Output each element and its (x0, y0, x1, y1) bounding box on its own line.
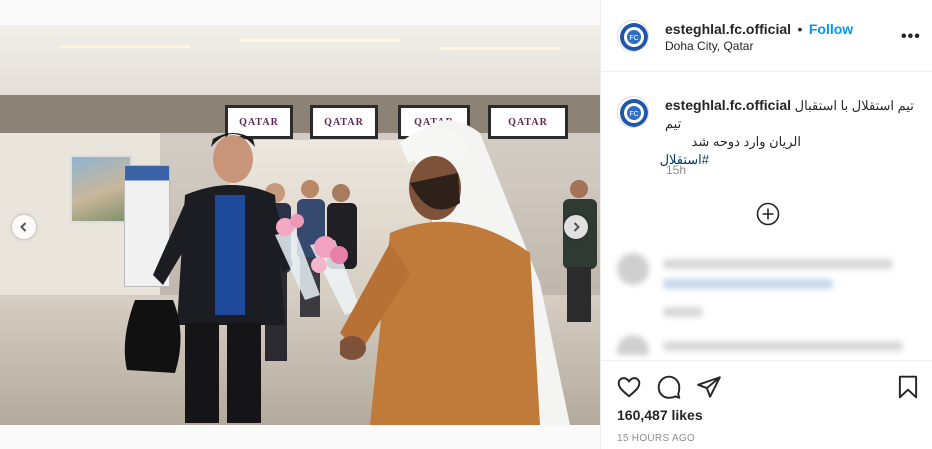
caption-avatar[interactable]: FC (617, 96, 649, 128)
blurred-comments (611, 245, 923, 355)
load-more-comments-icon[interactable] (756, 202, 780, 226)
caption-username[interactable]: esteghlal.fc.official (665, 97, 791, 113)
ceiling (0, 25, 600, 105)
bookmark-icon[interactable] (895, 374, 921, 400)
caption-time[interactable]: 15h (666, 163, 686, 177)
post-actions: 160,487 likes 15 HOURS AGO (601, 360, 932, 449)
chevron-left-icon (20, 222, 27, 232)
post-author-username[interactable]: esteghlal.fc.official (665, 21, 791, 37)
previous-image-button[interactable] (12, 215, 36, 239)
avatar[interactable]: FC (617, 20, 649, 52)
club-logo-icon: FC (620, 99, 648, 127)
heart-icon[interactable] (616, 374, 642, 400)
svg-text:FC: FC (629, 35, 638, 42)
comment-icon[interactable] (656, 374, 682, 400)
follow-button[interactable]: Follow (809, 21, 853, 37)
club-logo-icon: FC (620, 23, 648, 51)
chevron-right-icon (573, 222, 580, 232)
next-image-button[interactable] (564, 215, 588, 239)
share-icon[interactable] (696, 374, 722, 400)
post-location[interactable]: Doha City, Qatar (665, 39, 753, 53)
svg-text:FC: FC (629, 111, 638, 118)
more-options-icon[interactable]: ••• (901, 28, 921, 46)
host-figure (340, 120, 570, 425)
post-details-panel: FC esteghlal.fc.official • Follow Doha C… (600, 0, 932, 449)
separator-dot: • (797, 21, 803, 37)
post-header: FC esteghlal.fc.official • Follow Doha C… (601, 0, 932, 72)
post-image[interactable]: QATAR QATAR QATAR QATAR (0, 25, 600, 425)
caption-text-line-2: الریان وارد دوحه شد (691, 134, 801, 149)
post-timestamp[interactable]: 15 HOURS AGO (617, 433, 695, 444)
post-caption: esteghlal.fc.official تیم استقلال با است… (660, 96, 915, 169)
like-count[interactable]: 160,487 likes (617, 407, 703, 423)
